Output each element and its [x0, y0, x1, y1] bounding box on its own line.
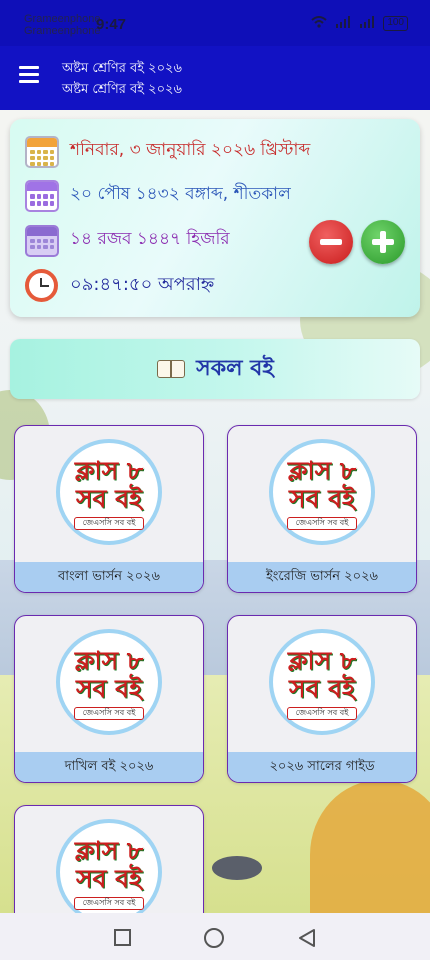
plus-icon — [372, 231, 394, 253]
logo-line-2: সব বই — [288, 674, 356, 703]
status-time: 9:47 — [96, 16, 127, 33]
logo-line-1: ক্লাস ৮ — [74, 456, 144, 485]
clock-icon — [24, 267, 60, 303]
logo-line-2: সব বই — [288, 484, 356, 513]
logo-line-2: সব বই — [75, 484, 143, 513]
bangla-date-text: ২০ পৌষ ১৪৩২ বঙ্গাব্দ, শীতকাল — [70, 184, 291, 204]
status-icons: 100 — [311, 16, 408, 31]
logo-tag: জেএসসি সব বই — [74, 517, 144, 530]
book-card-bangla-version[interactable]: ক্লাস ৮ সব বই জেএসসি সব বই বাংলা ভার্সন … — [14, 425, 204, 593]
gregorian-date-text: শনিবার, ৩ জানুয়ারি ২০২৬ খ্রিস্টাব্দ — [70, 140, 311, 160]
current-time-text: ০৯:৪৭:৫০ অপরাহ্ন — [70, 273, 215, 295]
hijri-date-text: ১৪ রজব ১৪৪৭ হিজরি — [70, 229, 230, 249]
carrier-label: Grameenphone Grameenphone — [24, 13, 100, 37]
recent-apps-icon[interactable] — [114, 929, 131, 946]
app-bar: অষ্টম শ্রেণির বই ২০২৬ অষ্টম শ্রেণির বই ২… — [0, 46, 430, 110]
carrier-line-1: Grameenphone — [24, 13, 101, 25]
class8-books-logo: ক্লাস ৮ সব বই জেএসসি সব বই — [56, 439, 162, 545]
decrease-hijri-button[interactable] — [309, 220, 353, 264]
minus-icon — [320, 239, 342, 245]
logo-tag: জেএসসি সব বই — [287, 517, 357, 530]
book-card-caption: দাখিল বই ২০২৬ — [15, 752, 203, 782]
battery-icon: 100 — [383, 16, 408, 31]
system-navigation-bar — [0, 913, 430, 960]
open-book-icon — [156, 358, 186, 380]
book-card-english-version[interactable]: ক্লাস ৮ সব বই জেএসসি সব বই ইংরেজি ভার্সন… — [227, 425, 417, 593]
book-card-caption: ২০২৬ সালের গাইড — [228, 752, 416, 782]
logo-line-1: ক্লাস ৮ — [74, 836, 144, 865]
app-title-line-1: অষ্টম শ্রেণির বই ২০২৬ — [62, 61, 182, 76]
logo-tag: জেএসসি সব বই — [287, 707, 357, 720]
logo-tag: জেএসসি সব বই — [74, 707, 144, 720]
logo-line-1: ক্লাস ৮ — [74, 646, 144, 675]
carrier-line-2: Grameenphone — [24, 25, 101, 37]
class8-books-logo: ক্লাস ৮ সব বই জেএসসি সব বই — [269, 629, 375, 735]
all-books-button[interactable]: সকল বই — [10, 339, 420, 399]
all-books-label: সকল বই — [196, 355, 274, 381]
logo-tag: জেএসসি সব বই — [74, 897, 144, 910]
book-card-caption: বাংলা ভার্সন ২০২৬ — [15, 562, 203, 592]
logo-line-2: সব বই — [75, 864, 143, 893]
calendar-icon — [24, 133, 60, 169]
signal-icon — [335, 16, 351, 31]
book-card-guide[interactable]: ক্লাস ৮ সব বই জেএসসি সব বই ২০২৬ সালের গা… — [227, 615, 417, 783]
home-icon[interactable] — [204, 928, 224, 948]
date-info-card: শনিবার, ৩ জানুয়ারি ২০২৬ খ্রিস্টাব্দ ২০ … — [10, 119, 420, 317]
calendar-month-icon — [24, 222, 60, 258]
calendar-grid-icon — [24, 177, 60, 213]
hijri-date-row: ১৪ রজব ১৪৪৭ হিজরি — [24, 222, 230, 258]
wifi-icon — [311, 16, 327, 31]
time-row: ০৯:৪৭:৫০ অপরাহ্ন — [24, 267, 214, 303]
app-title-line-2: অষ্টম শ্রেণির বই ২০২৬ — [62, 82, 182, 97]
background-rock — [212, 856, 262, 880]
book-card-caption: ইংরেজি ভার্সন ২০২৬ — [228, 562, 416, 592]
signal-icon-2 — [359, 16, 375, 31]
class8-books-logo: ক্লাস ৮ সব বই জেএসসি সব বই — [269, 439, 375, 545]
class8-books-logo: ক্লাস ৮ সব বই জেএসসি সব বই — [56, 819, 162, 925]
class8-books-logo: ক্লাস ৮ সব বই জেএসসি সব বই — [56, 629, 162, 735]
menu-icon[interactable] — [14, 62, 44, 92]
bangla-date-row: ২০ পৌষ ১৪৩২ বঙ্গাব্দ, শীতকাল — [24, 177, 291, 213]
gregorian-date-row: শনিবার, ৩ জানুয়ারি ২০২৬ খ্রিস্টাব্দ — [24, 133, 310, 169]
increase-hijri-button[interactable] — [361, 220, 405, 264]
logo-line-1: ক্লাস ৮ — [287, 456, 357, 485]
logo-line-2: সব বই — [75, 674, 143, 703]
logo-line-1: ক্লাস ৮ — [287, 646, 357, 675]
book-card-dakhil[interactable]: ক্লাস ৮ সব বই জেএসসি সব বই দাখিল বই ২০২৬ — [14, 615, 204, 783]
status-bar: Grameenphone Grameenphone 9:47 100 — [0, 0, 430, 46]
app-title: অষ্টম শ্রেণির বই ২০২৬ অষ্টম শ্রেণির বই ২… — [62, 58, 182, 100]
